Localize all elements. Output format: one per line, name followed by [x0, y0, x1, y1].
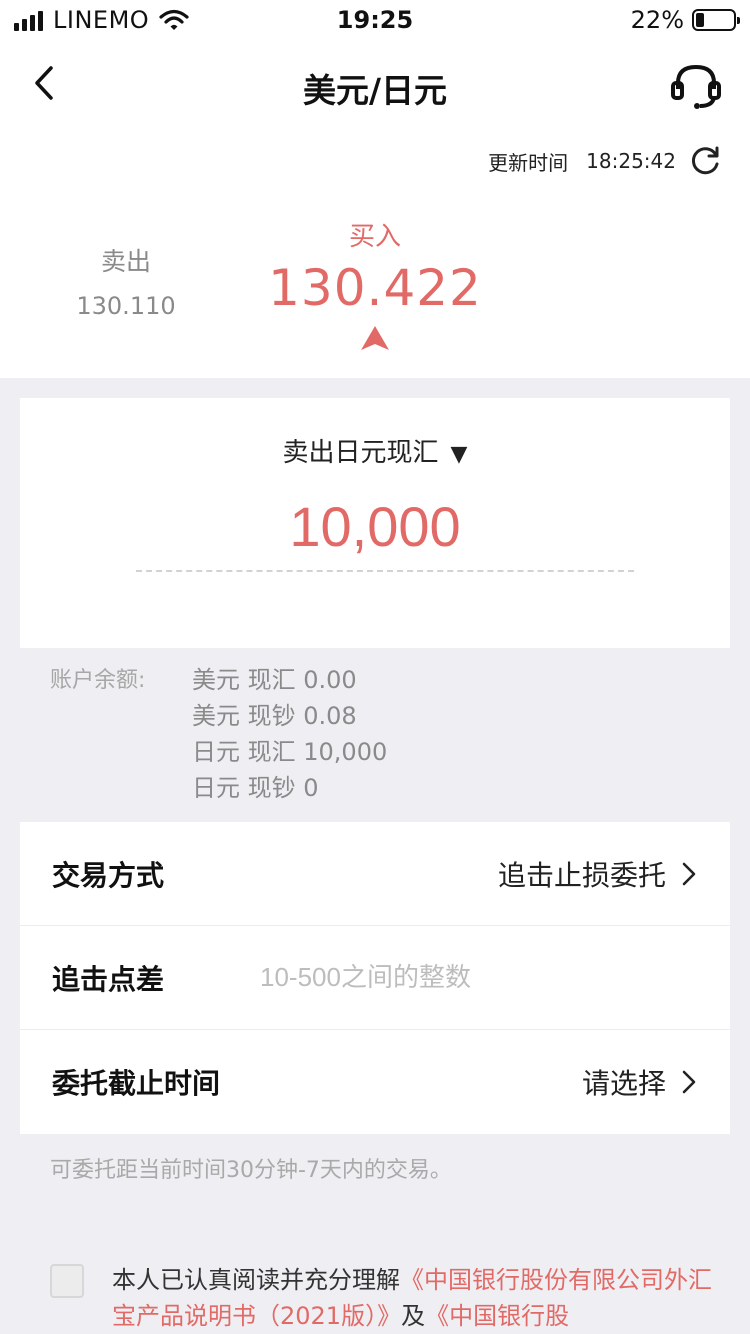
status-bar-right: 22%: [630, 6, 740, 34]
balance-item: 美元 现汇 0.00: [192, 666, 357, 694]
price-up-arrow-icon: [361, 326, 389, 350]
quote-panel: 更新时间 18:25:42 卖出 130.110 买入 130.422: [0, 130, 750, 378]
deadline-label: 委托截止时间: [52, 1067, 221, 1100]
trade-method-value-wrap: 追击止损委托: [498, 854, 698, 894]
buy-price: 130.422: [268, 259, 482, 317]
page: LINEMO 19:25 22% 美元/日元 更新时间 18:25:42 卖出 …: [0, 0, 750, 1334]
update-time-value: 18:25:42: [586, 149, 676, 173]
balance-list: 美元 现汇 0.00 美元 现钞 0.08 日元 现汇 10,000 日元 现钞…: [192, 662, 387, 806]
chevron-right-icon: [682, 862, 696, 885]
deadline-value-wrap: 请选择: [582, 1062, 698, 1102]
deadline-value: 请选择: [581, 1067, 666, 1100]
status-bar: LINEMO 19:25 22%: [0, 0, 750, 40]
page-title: 美元/日元: [302, 71, 448, 110]
deadline-hint: 可委托距当前时间30分钟-7天内的交易。: [50, 1158, 452, 1183]
chase-spread-label: 追击点差: [52, 962, 165, 996]
agreement-text: 本人已认真阅读并充分理解《中国银行股份有限公司外汇宝产品说明书（2021版）》及…: [112, 1262, 712, 1334]
order-settings: 交易方式 追击止损委托 追击点差 委托截止时间 请选择: [20, 822, 730, 1134]
second-doc-link[interactable]: 《中国银行股: [425, 1302, 569, 1330]
chase-spread-input[interactable]: [260, 962, 698, 993]
nav-bar: 美元/日元: [0, 40, 750, 130]
chevron-right-icon: [682, 1070, 696, 1094]
headset-icon: [671, 64, 721, 109]
agreement-checkbox[interactable]: [50, 1264, 84, 1298]
refresh-icon[interactable]: [688, 144, 722, 178]
balance-label: 账户余额:: [50, 668, 146, 693]
currency-selector-label: 卖出日元现汇: [282, 438, 439, 468]
sell-price: 130.110: [76, 292, 176, 320]
deadline-row[interactable]: 委托截止时间 请选择: [20, 1030, 730, 1134]
triangle-down-icon: ▼: [450, 442, 468, 467]
currency-selector[interactable]: 卖出日元现汇 ▼: [20, 432, 730, 469]
balance-item: 美元 现钞 0.08: [192, 702, 357, 730]
update-time-label: 更新时间: [488, 150, 569, 175]
chase-spread-row: 追击点差: [20, 926, 730, 1030]
amount-card: 卖出日元现汇 ▼: [20, 398, 730, 648]
amount-underline: [136, 570, 634, 572]
amount-input[interactable]: [20, 494, 730, 559]
balance-item: 日元 现汇 10,000: [192, 738, 388, 766]
update-time-row: 更新时间 18:25:42: [488, 144, 722, 178]
agreement-joiner: 及: [401, 1302, 426, 1330]
customer-service-button[interactable]: [668, 58, 724, 114]
trade-method-label: 交易方式: [52, 858, 165, 892]
sell-quote: 卖出 130.110: [46, 242, 206, 320]
trade-method-value: 追击止损委托: [497, 858, 666, 892]
battery-percent: 22%: [630, 6, 684, 34]
buy-label: 买入: [348, 222, 401, 252]
agreement-prefix: 本人已认真阅读并充分理解: [112, 1266, 400, 1294]
trade-method-row[interactable]: 交易方式 追击止损委托: [20, 822, 730, 926]
buy-quote: 买入 130.422: [250, 216, 500, 355]
battery-icon: [692, 9, 740, 31]
balance-item: 日元 现钞 0: [192, 774, 319, 802]
sell-label: 卖出: [100, 247, 151, 276]
